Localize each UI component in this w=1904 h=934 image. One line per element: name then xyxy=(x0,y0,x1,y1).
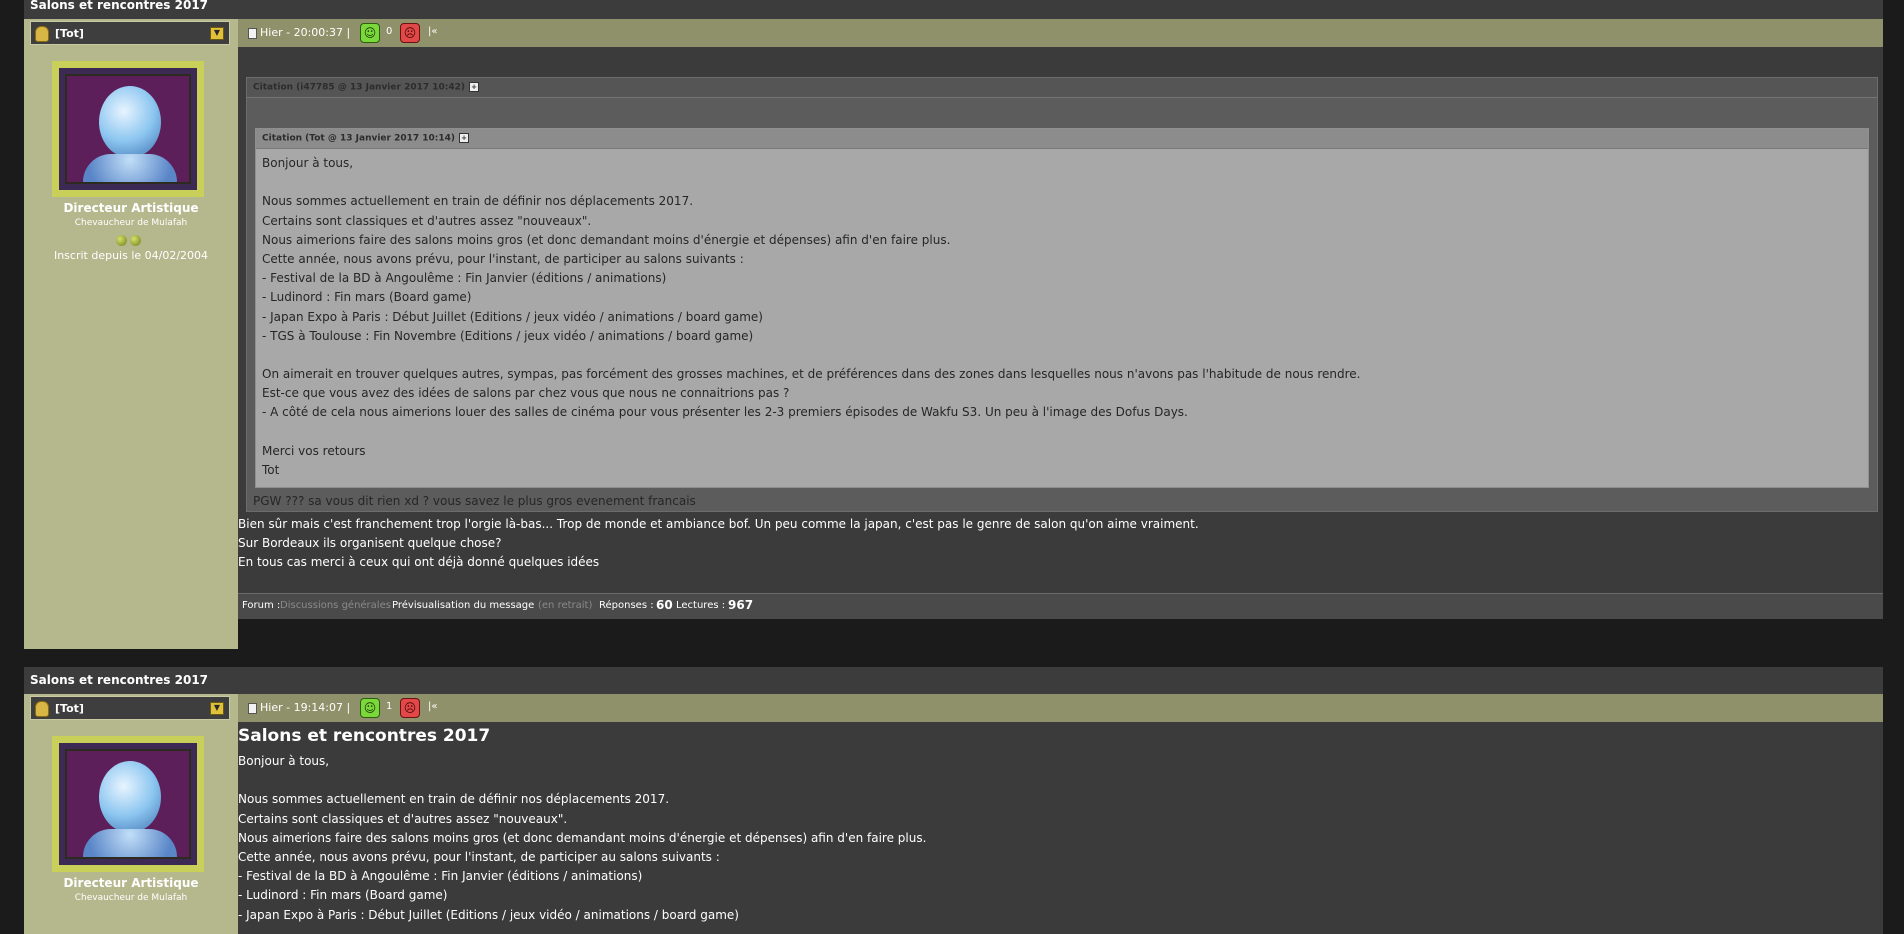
expand-icon[interactable]: + xyxy=(469,82,480,92)
post-title[interactable]: Salons et rencontres 2017 xyxy=(30,0,208,12)
body-line: - Ludinord : Fin mars (Board game) xyxy=(238,888,448,903)
vote-down-button[interactable]: ☹ xyxy=(400,698,420,718)
quote-reply-icon[interactable]: |« xyxy=(428,701,438,712)
vote-count: 1 xyxy=(386,701,393,712)
post-date: Hier - 19:14:07 | xyxy=(260,701,351,714)
quote-line: - A côté de cela nous aimerions louer de… xyxy=(262,405,1188,420)
quote-line: - Ludinord : Fin mars (Board game) xyxy=(262,290,472,305)
body-line: Certains sont classiques et d'autres ass… xyxy=(238,811,568,826)
quote-header: Citation (Tot @ 13 Janvier 2017 10:14) + xyxy=(256,129,1868,149)
dropdown-icon[interactable]: ▼ xyxy=(210,27,224,40)
avatar-background xyxy=(65,74,191,184)
post-content: Salons et rencontres 2017 Bonjour à tous… xyxy=(238,722,1883,934)
post-content: Citation (i47785 @ 13 Janvier 2017 10:42… xyxy=(238,47,1883,619)
star-icon xyxy=(116,235,127,246)
user-column: [Tot] ▼ Directeur Artistique Chevaucheur… xyxy=(24,694,238,934)
medal-icon xyxy=(35,701,49,717)
forum-link[interactable]: Discussions générales xyxy=(280,600,391,611)
rank-stars xyxy=(116,231,146,246)
post-stats-bar: Forum : Discussions générales Prévisuali… xyxy=(238,593,1883,619)
vote-up-button[interactable]: ☺ xyxy=(360,23,380,43)
quote-header: Citation (i47785 @ 13 Janvier 2017 10:42… xyxy=(247,78,1877,98)
body-line: Nous aimerions faire des salons moins gr… xyxy=(238,830,927,845)
quote-line: Bonjour à tous, xyxy=(262,156,354,170)
body-line: Cette année, nous avons prévu, pour l'in… xyxy=(238,849,720,864)
quote-line: Cette année, nous avons prévu, pour l'in… xyxy=(262,251,744,266)
avatar-shoulders xyxy=(83,154,177,182)
body-line xyxy=(238,771,926,790)
body-line: - Japan Expo à Paris : Début Juillet (Ed… xyxy=(238,907,739,922)
quote-label: Citation (i47785 @ 13 Janvier 2017 10:42… xyxy=(253,82,466,93)
expand-icon[interactable]: + xyxy=(459,133,470,143)
avatar[interactable] xyxy=(52,61,204,197)
reply-text: Bien sûr mais c'est franchement trop l'o… xyxy=(238,515,1199,573)
quote-outer: Citation (i47785 @ 13 Janvier 2017 10:42… xyxy=(246,77,1878,512)
post-body: Bonjour à tous, Nous sommes actuellement… xyxy=(238,752,926,925)
quote-line: Nous aimerions faire des salons moins gr… xyxy=(262,232,951,247)
user-rank: Directeur Artistique xyxy=(63,201,199,215)
post-header: Salons et rencontres 2017 xyxy=(24,0,1883,20)
forum-post: Salons et rencontres 2017 [Tot] ▼ Direct… xyxy=(24,667,1883,934)
user-nameplate[interactable]: [Tot] ▼ xyxy=(30,696,230,720)
avatar-background xyxy=(65,749,191,859)
user-rank: Directeur Artistique xyxy=(63,876,199,890)
avatar-shoulders xyxy=(83,829,177,857)
reply-line: Sur Bordeaux ils organisent quelque chos… xyxy=(238,536,502,551)
reply-line: En tous cas merci à ceux qui ont déjà do… xyxy=(238,555,600,570)
quote-tail: PGW ??? sa vous dit rien xd ? vous savez… xyxy=(253,494,696,508)
body-line: Bonjour à tous, xyxy=(238,754,330,768)
username[interactable]: [Tot] xyxy=(55,27,84,40)
user-since: Inscrit depuis le 04/02/2004 xyxy=(53,249,209,262)
replies-count: 60 xyxy=(656,598,673,612)
reads-count: 967 xyxy=(728,598,754,612)
username[interactable]: [Tot] xyxy=(55,702,84,715)
star-icon xyxy=(130,235,141,246)
document-icon[interactable] xyxy=(248,703,257,714)
reply-line: Bien sûr mais c'est franchement trop l'o… xyxy=(238,517,1199,531)
avatar-head xyxy=(99,86,161,158)
vote-count: 0 xyxy=(386,26,393,37)
post-header: Salons et rencontres 2017 xyxy=(24,667,1883,695)
avatar[interactable] xyxy=(52,736,204,872)
body-line: - Festival de la BD à Angoulême : Fin Ja… xyxy=(238,869,643,884)
post-meta-bar: Hier - 20:00:37 | ☺ 0 ☹ |« xyxy=(238,19,1883,47)
preview-value: (en retrait) xyxy=(538,600,593,611)
quote-body: Bonjour à tous, Nous sommes actuellement… xyxy=(262,154,1361,480)
post-title[interactable]: Salons et rencontres 2017 xyxy=(30,673,208,687)
body-line: Nous sommes actuellement en train de déf… xyxy=(238,792,670,807)
quote-line: Merci vos retours xyxy=(262,443,366,458)
post-heading: Salons et rencontres 2017 xyxy=(238,726,491,746)
medal-icon xyxy=(35,26,49,42)
user-subrank: Chevaucheur de Mulafah xyxy=(74,218,188,228)
quote-line: Certains sont classiques et d'autres ass… xyxy=(262,213,592,228)
quote-line: Nous sommes actuellement en train de déf… xyxy=(262,194,694,209)
quote-label: Citation (Tot @ 13 Janvier 2017 10:14) xyxy=(262,133,456,144)
quote-line xyxy=(262,346,1361,365)
quote-line xyxy=(262,173,1361,192)
vote-down-button[interactable]: ☹ xyxy=(400,23,420,43)
quote-line: Est-ce que vous avez des idées de salons… xyxy=(262,386,790,401)
quote-inner: Citation (Tot @ 13 Janvier 2017 10:14) + … xyxy=(255,128,1869,488)
document-icon[interactable] xyxy=(248,28,257,39)
user-nameplate[interactable]: [Tot] ▼ xyxy=(30,21,230,45)
quote-line: - TGS à Toulouse : Fin Novembre (Edition… xyxy=(262,328,754,343)
forum-post: Salons et rencontres 2017 [Tot] ▼ Direct… xyxy=(24,0,1883,649)
reads-label: Lectures : xyxy=(676,600,726,611)
quote-line: - Japan Expo à Paris : Début Juillet (Ed… xyxy=(262,309,763,324)
replies-label: Réponses : xyxy=(599,600,654,611)
post-date: Hier - 20:00:37 | xyxy=(260,26,351,39)
avatar-head xyxy=(99,761,161,833)
user-column: [Tot] ▼ Directeur Artistique Chevaucheur… xyxy=(24,19,238,649)
quote-line: Tot xyxy=(262,463,280,477)
user-subrank: Chevaucheur de Mulafah xyxy=(74,893,188,903)
preview-link[interactable]: Prévisualisation du message xyxy=(392,600,534,611)
dropdown-icon[interactable]: ▼ xyxy=(210,702,224,715)
quote-line: On aimerait en trouver quelques autres, … xyxy=(262,367,1361,382)
quote-line xyxy=(262,423,1361,442)
quote-line: - Festival de la BD à Angoulême : Fin Ja… xyxy=(262,271,667,286)
vote-up-button[interactable]: ☺ xyxy=(360,698,380,718)
forum-label: Forum : xyxy=(242,600,281,611)
post-meta-bar: Hier - 19:14:07 | ☺ 1 ☹ |« xyxy=(238,694,1883,722)
quote-reply-icon[interactable]: |« xyxy=(428,26,438,37)
